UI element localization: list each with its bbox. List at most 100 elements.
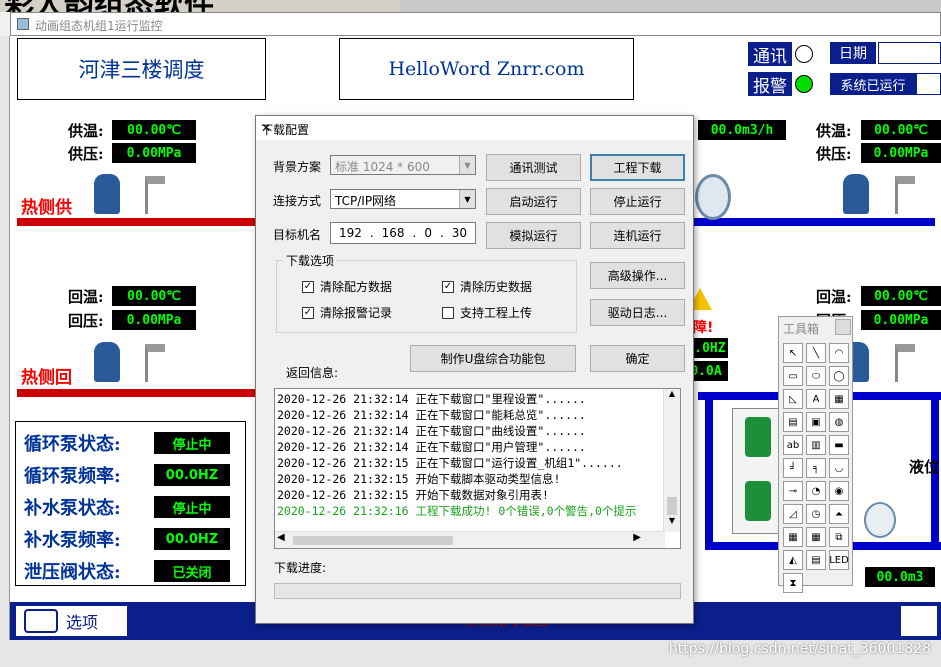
toolbox-tool-icon[interactable]: ▬ [829,435,849,455]
level-label: 液位 [909,458,940,476]
toolbox-tool-icon[interactable]: A [806,389,826,409]
toolbox-tool-icon[interactable]: ╛ [783,458,803,478]
bg-select[interactable]: 标准 1024 * 600 ▼ [330,155,476,175]
chevron-right-icon[interactable]: ▶ [633,532,641,543]
horizontal-scrollbar[interactable]: ◀ ▶ [275,531,665,548]
options-label: 选项 [66,613,99,632]
toolbox-tool-icon[interactable]: ◺ [783,389,803,409]
ip-input[interactable]: 192. 168. 0. 30 [330,222,476,244]
toolbox-tool-icon[interactable]: ╕ [806,458,826,478]
ip-octet[interactable]: 0 [424,226,432,240]
comm-test-button[interactable]: 通讯测试 [486,154,581,181]
supply-temp-value: 00.00℃ [112,120,196,140]
sim-run-button[interactable]: 模拟运行 [486,222,581,249]
header-center-title: HelloWord Znrr.com [339,38,634,100]
toolbox-tool-icon[interactable]: ▤ [783,412,803,432]
log-textarea[interactable]: 2020-12-26 21:32:14 正在下载窗口"里程设置"...... 20… [274,388,681,549]
option-checkbox[interactable]: ✓ 清除历史数据 [442,278,532,295]
start-run-button[interactable]: 启动运行 [486,188,581,215]
log-row: 2020-12-26 21:32:15 开始下载脚本驱动类型信息! [277,472,561,486]
scroll-thumb[interactable] [667,497,677,515]
download-config-dialog: 下载配置 ✕ 背景方案 标准 1024 * 600 ▼ 连接方式 TCP/IP网… [255,115,694,624]
close-icon[interactable]: ✕ [261,121,685,135]
flowmeter-icon [864,502,896,538]
toolbox-tool-icon[interactable]: ◭ [783,550,803,570]
log-row: 2020-12-26 21:32:14 正在下载窗口"里程设置"...... [277,392,586,406]
ip-octet[interactable]: 30 [452,226,467,240]
advanced-button[interactable]: 高级操作... [590,262,685,289]
running-value [916,73,941,95]
ip-octet[interactable]: 168 [382,226,405,240]
option-label: 支持工程上传 [460,306,533,320]
conn-label: 连接方式 [273,194,322,208]
toolbox-tool-icon[interactable]: ◠ [829,343,849,363]
conn-select[interactable]: TCP/IP网络 ▼ [330,189,476,209]
toolbox-tool-icon[interactable]: ⏶ [829,504,849,524]
chevron-up-icon[interactable]: ▲ [664,389,680,405]
user-icon[interactable] [900,605,938,637]
checkbox-box[interactable]: ✓ [302,280,314,293]
toolbox-tool-icon[interactable]: LED [829,550,849,570]
toolbox-tool-icon[interactable]: ▦ [829,389,849,409]
toolbox-tool-icon[interactable]: ▥ [806,435,826,455]
checkbox-box[interactable]: ✓ [442,280,454,293]
toolbox-tool-icon[interactable]: ◿ [783,504,803,524]
thermometer-icon [145,176,165,214]
checkbox-box[interactable]: ✓ [302,306,314,319]
status-item-value: 00.0HZ [154,464,230,486]
toolbox-tool-icon[interactable]: ◡ [829,458,849,478]
date-value [878,42,941,64]
toolbox-tool-icon[interactable]: ▦ [783,527,803,547]
option-checkbox[interactable]: ✓ 清除报警记录 [302,304,392,321]
supply-press-label: 供压: [68,145,104,163]
toolbox-tool-icon[interactable]: ⧗ [783,573,803,593]
options-button[interactable]: 选项 [15,605,128,637]
return-press-label: 回压: [68,312,104,330]
toolbox-tool-icon[interactable]: ▭ [783,366,803,386]
option-checkbox[interactable]: ✓ 清除配方数据 [302,278,392,295]
toolbox-tool-icon[interactable]: ▣ [806,412,826,432]
driver-log-button[interactable]: 驱动日志... [590,299,685,326]
r-return-temp-label: 回温: [816,288,852,306]
hscroll-thumb[interactable] [293,536,453,545]
toolbox-tool-icon[interactable]: ▤ [806,550,826,570]
toolbox-tool-icon[interactable]: ╲ [806,343,826,363]
options-group-label: 下载选项 [283,252,338,269]
toolbox-tool-icon[interactable]: ⬭ [806,366,826,386]
r-return-press-value: 0.00MPa [861,310,941,330]
log-row: 2020-12-26 21:32:15 开始下载数据对象引用表! [277,488,549,502]
option-checkbox[interactable]: 支持工程上传 [442,304,532,321]
return-info-label: 返回信息: [286,366,339,380]
toolbox-tool-icon[interactable]: ⧉ [829,527,849,547]
toolbox-tool-icon[interactable]: ↖ [783,343,803,363]
settings-gear-icon [24,609,58,633]
toolbox-tool-icon[interactable]: ▦ [806,527,826,547]
ip-octet[interactable]: 192 [339,226,362,240]
toolbox-tool-icon[interactable]: ⊸ [783,481,803,501]
top-banner: 彩人韵组态软件 [0,0,941,12]
toolbox-tool-icon[interactable]: ab [783,435,803,455]
stop-run-button[interactable]: 停止运行 [590,188,685,215]
status-item-label: 补水泵频率: [24,530,121,551]
chevron-left-icon[interactable]: ◀ [277,532,285,543]
ok-button[interactable]: 确定 [590,345,685,372]
hot-supply-label: 热侧供 [21,198,72,218]
online-run-button[interactable]: 连机运行 [590,222,685,249]
toolbox-tool-icon[interactable]: ◔ [806,481,826,501]
download-button[interactable]: 工程下载 [590,154,685,181]
toolbox-tool-icon[interactable]: ◯ [829,366,849,386]
flow-value: 00.0m3/h [698,120,786,140]
vertical-scrollbar[interactable]: ▲ ▼ [663,389,680,532]
toolbox-tool-icon[interactable]: ◍ [829,412,849,432]
checkbox-box[interactable] [442,306,454,319]
chevron-down-icon[interactable]: ▼ [664,516,680,532]
toolbox-close-icon[interactable] [835,319,851,335]
toolbox-tool-icon[interactable]: ◉ [829,481,849,501]
comm-indicator-icon [795,45,813,63]
progress-bar [274,583,681,599]
log-row: 2020-12-26 21:32:14 正在下载窗口"曲线设置"...... [277,424,586,438]
usb-pkg-button[interactable]: 制作U盘综合功能包 [410,345,576,372]
toolbox-tool-icon[interactable]: ◷ [806,504,826,524]
progress-label: 下载进度: [274,561,327,575]
return-temp-value: 00.00℃ [112,286,196,306]
